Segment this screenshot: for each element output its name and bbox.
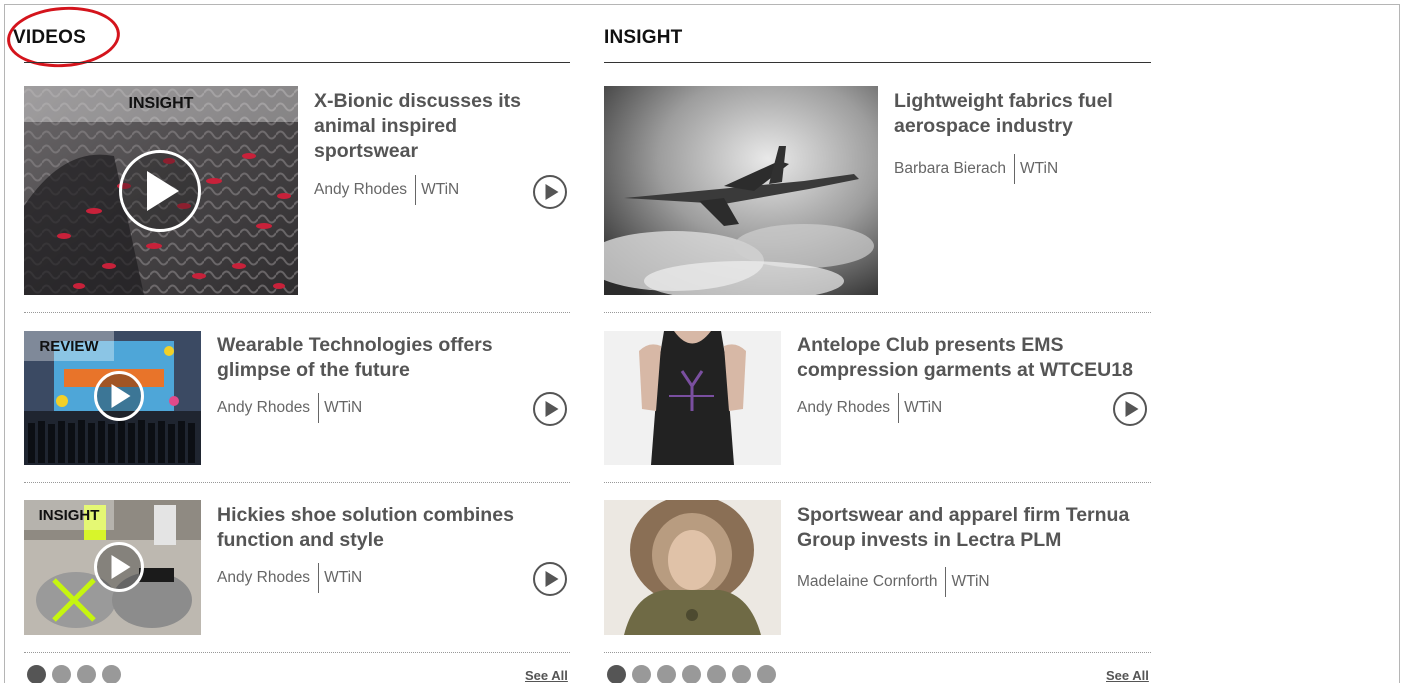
byline-divider xyxy=(318,563,320,593)
video-category-tag: INSIGHT xyxy=(24,500,114,530)
video-headline-3[interactable]: Hickies shoe solution combines function … xyxy=(217,503,547,553)
article-headline-3[interactable]: Sportswear and apparel firm Ternua Group… xyxy=(797,503,1157,553)
pager-dot[interactable] xyxy=(27,665,46,683)
author-name[interactable]: Andy Rhodes xyxy=(217,569,310,587)
author-name[interactable]: Andy Rhodes xyxy=(797,399,890,417)
item-divider xyxy=(604,652,1151,653)
pager-dot[interactable] xyxy=(607,665,626,683)
pager-dot[interactable] xyxy=(707,665,726,683)
byline-divider xyxy=(1014,154,1016,184)
item-divider xyxy=(24,652,570,653)
source-name[interactable]: WTiN xyxy=(904,399,942,417)
article-byline-1: Barbara Bierach WTiN xyxy=(894,154,1058,184)
source-name[interactable]: WTiN xyxy=(1020,160,1058,178)
article-headline-1[interactable]: Lightweight fabrics fuel aerospace indus… xyxy=(894,89,1154,139)
article-headline-2[interactable]: Antelope Club presents EMS compression g… xyxy=(797,333,1157,383)
article-thumbnail-2[interactable] xyxy=(604,331,781,465)
video-byline-1: Andy Rhodes WTiN xyxy=(314,175,459,205)
article-byline-2: Andy Rhodes WTiN xyxy=(797,393,942,423)
byline-divider xyxy=(318,393,320,423)
play-circle-icon[interactable] xyxy=(94,542,144,592)
item-divider xyxy=(604,312,1151,313)
pager-dot[interactable] xyxy=(757,665,776,683)
article-thumbnail-1[interactable] xyxy=(604,86,878,295)
author-name[interactable]: Andy Rhodes xyxy=(314,181,407,199)
pager-dot[interactable] xyxy=(102,665,121,683)
play-circle-icon[interactable] xyxy=(94,371,144,421)
source-name[interactable]: WTiN xyxy=(324,399,362,417)
pager-dot[interactable] xyxy=(657,665,676,683)
author-name[interactable]: Barbara Bierach xyxy=(894,160,1006,178)
byline-divider xyxy=(898,393,900,423)
item-divider xyxy=(604,482,1151,483)
article-thumbnail-3[interactable] xyxy=(604,500,781,635)
insight-title-rule xyxy=(604,62,1151,63)
video-thumbnail-1[interactable]: INSIGHT .pb1::after{} xyxy=(24,86,298,295)
pager-dot[interactable] xyxy=(632,665,651,683)
byline-divider xyxy=(945,567,947,597)
parka-model-image xyxy=(604,500,781,635)
item-divider xyxy=(24,482,570,483)
play-circle-outline-icon[interactable] xyxy=(533,392,567,426)
byline-divider xyxy=(415,175,417,205)
videos-see-all-link[interactable]: See All xyxy=(525,668,568,683)
video-category-tag: INSIGHT xyxy=(24,86,298,122)
video-thumbnail-2[interactable]: REVIEW xyxy=(24,331,201,465)
source-name[interactable]: WTiN xyxy=(421,181,459,199)
video-headline-2[interactable]: Wearable Technologies offers glimpse of … xyxy=(217,333,547,383)
source-name[interactable]: WTiN xyxy=(951,573,989,591)
insight-section-title: INSIGHT xyxy=(604,27,683,48)
insight-see-all-link[interactable]: See All xyxy=(1106,668,1149,683)
play-circle-outline-icon[interactable] xyxy=(1113,392,1147,426)
video-byline-3: Andy Rhodes WTiN xyxy=(217,563,362,593)
fighter-jet-image xyxy=(604,86,878,295)
ems-garment-image xyxy=(604,331,781,465)
insight-pager xyxy=(607,665,776,683)
pager-dot[interactable] xyxy=(732,665,751,683)
video-headline-1[interactable]: X-Bionic discusses its animal inspired s… xyxy=(314,89,554,164)
play-circle-outline-icon[interactable] xyxy=(533,562,567,596)
pager-dot[interactable] xyxy=(52,665,71,683)
videos-title-rule xyxy=(24,62,570,63)
play-circle-outline-icon[interactable] xyxy=(533,175,567,209)
videos-pager xyxy=(27,665,121,683)
pager-dot[interactable] xyxy=(77,665,96,683)
author-name[interactable]: Andy Rhodes xyxy=(217,399,310,417)
article-byline-3: Madelaine Cornforth WTiN xyxy=(797,567,990,597)
video-byline-2: Andy Rhodes WTiN xyxy=(217,393,362,423)
video-thumbnail-3[interactable]: INSIGHT xyxy=(24,500,201,635)
source-name[interactable]: WTiN xyxy=(324,569,362,587)
video-category-tag: REVIEW xyxy=(24,331,114,361)
pager-dot[interactable] xyxy=(682,665,701,683)
item-divider xyxy=(24,312,570,313)
play-circle-icon[interactable]: .pb1::after{} xyxy=(119,150,201,232)
author-name[interactable]: Madelaine Cornforth xyxy=(797,573,937,591)
